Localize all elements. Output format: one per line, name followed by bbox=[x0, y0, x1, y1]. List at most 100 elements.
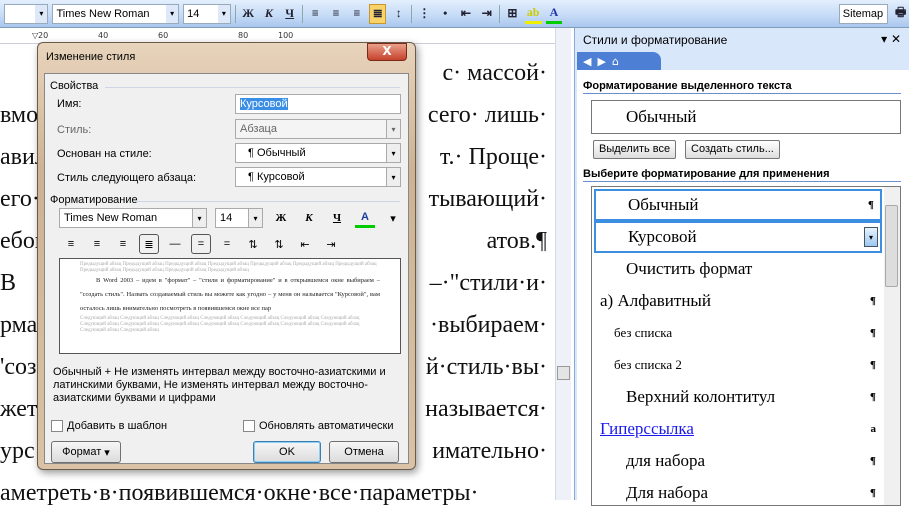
style-name: Обычный bbox=[628, 195, 699, 214]
bold-button[interactable]: Ж bbox=[240, 4, 257, 24]
new-style-button[interactable]: Создать стиль... bbox=[685, 140, 780, 159]
bullets-icon[interactable]: • bbox=[437, 4, 454, 24]
print-icon[interactable]: 🖶 bbox=[892, 4, 909, 24]
increase-indent-icon[interactable]: ⇥ bbox=[478, 4, 495, 24]
selected-style-box[interactable]: Обычный bbox=[591, 100, 901, 134]
document-scrollbar[interactable] bbox=[555, 28, 571, 500]
style-type-icon: ¶ bbox=[870, 327, 876, 339]
align-left-icon[interactable]: ≡ bbox=[61, 234, 81, 254]
forward-icon[interactable]: ▶ bbox=[597, 55, 605, 68]
styles-task-pane: Стили и форматирование ▾ ✕ ◀ ▶ ⌂ Форматиро… bbox=[574, 28, 909, 506]
style-list-item[interactable]: а) Алфавитный ¶ bbox=[594, 285, 882, 317]
style-list-item[interactable]: Верхний колонтитул ¶ bbox=[594, 381, 882, 413]
style-type-icon: ¶ bbox=[868, 199, 874, 211]
separator bbox=[302, 4, 303, 23]
justify-icon[interactable]: ≣ bbox=[369, 3, 387, 24]
auto-update-checkbox[interactable]: Обновлять автоматически bbox=[243, 420, 394, 432]
borders-icon[interactable]: ⊞ bbox=[504, 4, 521, 24]
dialog-size-select[interactable]: 14 ▾ bbox=[215, 208, 263, 228]
scroll-thumb[interactable] bbox=[557, 366, 570, 380]
size-value: 14 bbox=[187, 7, 200, 20]
double-spacing-icon[interactable]: = bbox=[217, 234, 237, 254]
style-list-item[interactable]: для набора ¶ bbox=[594, 445, 882, 477]
select-all-button[interactable]: Выделить все bbox=[593, 140, 677, 159]
dialog-font-color-button[interactable]: A bbox=[355, 208, 375, 228]
formatting-group-label: Форматирование bbox=[50, 194, 138, 206]
chevron-down-icon[interactable]: ▾ bbox=[248, 209, 262, 227]
style-list-item[interactable]: без списка ¶ bbox=[594, 317, 882, 349]
style-name: без списка 2 bbox=[614, 357, 682, 372]
decrease-indent-icon[interactable]: ⇤ bbox=[295, 234, 315, 254]
home-icon[interactable]: ⌂ bbox=[612, 55, 619, 68]
style-list-item[interactable]: Обычный ¶ bbox=[594, 189, 882, 221]
underline-button[interactable]: Ч bbox=[281, 4, 298, 24]
dialog-font-select[interactable]: Times New Roman ▾ bbox=[59, 208, 207, 228]
ruler-tick: 40 bbox=[98, 31, 109, 40]
style-list-item[interactable]: без списка 2 ¶ bbox=[594, 349, 882, 381]
format-button[interactable]: Формат ▾ bbox=[51, 441, 121, 463]
styles-scrollbar[interactable] bbox=[884, 187, 900, 505]
style-type-icon: ¶ bbox=[870, 359, 876, 371]
style-name: а) Алфавитный bbox=[600, 291, 711, 310]
chevron-down-icon[interactable]: ▾ bbox=[166, 4, 179, 23]
ruler-tick: 20 bbox=[38, 31, 49, 40]
highlight-icon[interactable]: ab bbox=[524, 4, 542, 24]
dialog-underline-button[interactable]: Ч bbox=[327, 208, 347, 228]
dialog-italic-button[interactable]: К bbox=[299, 208, 319, 228]
document-text-fragment: тывающий· bbox=[428, 186, 547, 212]
align-left-icon[interactable]: ≡ bbox=[307, 4, 324, 24]
ruler-tick: 60 bbox=[158, 31, 169, 40]
style-list-item[interactable]: Гиперссылка a bbox=[594, 413, 882, 445]
style-list-item[interactable]: Для набора ¶ bbox=[594, 477, 882, 505]
back-icon[interactable]: ◀ bbox=[583, 55, 591, 68]
style-list-item[interactable]: Очистить формат bbox=[594, 253, 882, 285]
style-name: для набора bbox=[626, 451, 706, 470]
chevron-down-icon[interactable]: ▾ bbox=[192, 209, 206, 227]
pane-title: Стили и форматирование bbox=[583, 33, 728, 47]
cancel-button[interactable]: Отмена bbox=[329, 441, 399, 463]
size-combo[interactable]: 14 ▾ bbox=[183, 3, 231, 24]
styles-list[interactable]: Обычный ¶ Курсовой ▾ Очистить формат а) Алфав… bbox=[591, 186, 901, 506]
align-center-icon[interactable]: ≡ bbox=[328, 4, 345, 24]
chevron-down-icon[interactable]: ▾ bbox=[217, 4, 230, 23]
dialog-bold-button[interactable]: Ж bbox=[271, 208, 291, 228]
chevron-down-icon[interactable]: ▾ bbox=[864, 227, 878, 247]
line-spacing-icon[interactable]: ↕ bbox=[390, 4, 407, 24]
align-right-icon[interactable]: ≡ bbox=[113, 234, 133, 254]
name-input[interactable]: Курсовой bbox=[235, 94, 401, 114]
chevron-down-icon[interactable]: ▾ bbox=[383, 208, 403, 228]
document-text-fragment: его· bbox=[0, 186, 40, 212]
one-half-spacing-icon[interactable]: = bbox=[191, 234, 211, 254]
style-combo[interactable]: ▾ bbox=[4, 3, 49, 24]
chevron-down-icon[interactable]: ▾ bbox=[386, 144, 400, 162]
single-spacing-icon[interactable]: — bbox=[165, 234, 185, 254]
sitemap-button[interactable]: Sitemap bbox=[838, 3, 889, 24]
add-to-template-checkbox[interactable]: Добавить в шаблон bbox=[51, 420, 167, 432]
next-style-label: Стиль следующего абзаца: bbox=[57, 172, 197, 184]
font-combo[interactable]: Times New Roman ▾ bbox=[52, 3, 180, 24]
checkbox[interactable] bbox=[51, 420, 63, 432]
align-right-icon[interactable]: ≡ bbox=[348, 4, 365, 24]
space-after-icon[interactable]: ⇅ bbox=[269, 234, 289, 254]
justify-icon[interactable]: ≣ bbox=[139, 234, 159, 254]
align-center-icon[interactable]: ≡ bbox=[87, 234, 107, 254]
pane-controls[interactable]: ▾ ✕ bbox=[881, 32, 901, 46]
chevron-down-icon[interactable]: ▾ bbox=[386, 168, 400, 186]
scroll-thumb[interactable] bbox=[885, 205, 898, 287]
close-button[interactable]: X bbox=[367, 43, 407, 61]
checkbox[interactable] bbox=[243, 420, 255, 432]
style-type-icon: ¶ bbox=[870, 455, 876, 467]
increase-indent-icon[interactable]: ⇥ bbox=[321, 234, 341, 254]
next-style-select[interactable]: ¶ Курсовой ▾ bbox=[235, 167, 401, 187]
based-on-select[interactable]: ¶ Обычный ▾ bbox=[235, 143, 401, 163]
numbering-icon[interactable]: ⋮ bbox=[416, 4, 433, 24]
style-list-item[interactable]: Курсовой ▾ bbox=[594, 221, 882, 253]
decrease-indent-icon[interactable]: ⇤ bbox=[458, 4, 475, 24]
font-color-icon[interactable]: A bbox=[545, 4, 563, 24]
chevron-down-icon[interactable]: ▾ bbox=[881, 32, 887, 46]
style-name: Курсовой bbox=[628, 227, 697, 246]
space-before-icon[interactable]: ⇅ bbox=[243, 234, 263, 254]
ok-button[interactable]: OK bbox=[253, 441, 321, 463]
italic-button[interactable]: К bbox=[261, 4, 278, 24]
close-icon[interactable]: ✕ bbox=[891, 32, 901, 46]
